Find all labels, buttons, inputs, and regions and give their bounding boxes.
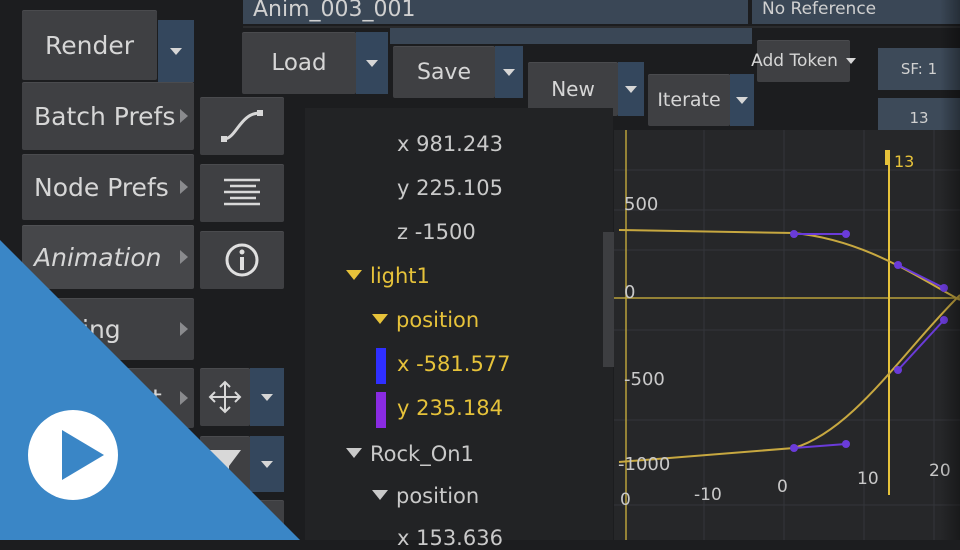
- video-play-overlay[interactable]: [0, 0, 960, 540]
